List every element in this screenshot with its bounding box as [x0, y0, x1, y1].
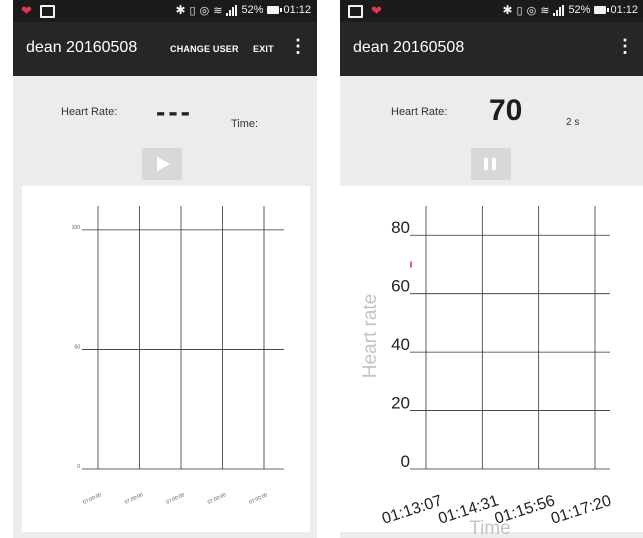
x-tick-label: 07:00:00	[248, 492, 268, 506]
x-tick-label: 07:00:00	[124, 492, 144, 506]
app-title: dean 20160508	[26, 39, 138, 56]
y-axis-title: Heart rate	[360, 294, 381, 378]
signal-icon	[553, 4, 565, 16]
status-bar: ❤ ✱ ▯ ◎ ≋ 52% 01:12	[340, 0, 643, 22]
heart-rate-chart: 07:00:00 07:00:00 07:00:00 07:00:00 07:00:00…	[22, 186, 310, 532]
play-button[interactable]	[142, 148, 182, 180]
play-icon	[157, 157, 170, 171]
battery-icon	[267, 6, 283, 14]
heart-rate-value: 70	[489, 94, 523, 127]
vibrate-icon: ▯	[189, 4, 196, 17]
y-tick-label: 0	[401, 452, 410, 471]
app-bar: dean 20160508 ⋮	[340, 22, 643, 76]
heart-icon: ❤	[371, 3, 382, 18]
signal-icon	[226, 4, 238, 16]
heart-icon: ❤	[21, 3, 32, 18]
elapsed-time: 2 s	[566, 117, 580, 128]
chart-canvas: 07:00:00 07:00:00 07:00:00 07:00:00 07:00:00…	[72, 206, 284, 506]
x-tick-label: 07:00:00	[207, 492, 227, 506]
status-bar: ❤ ✱ ▯ ◎ ≋ 52% 01:12	[13, 0, 317, 22]
y-tick-label: 60	[391, 277, 410, 296]
phone-screen-right: ❤ ✱ ▯ ◎ ≋ 52% 01:12 dean 20160508 ⋮ Hear…	[340, 0, 643, 538]
pause-icon	[484, 158, 496, 170]
change-user-button[interactable]: CHANGE USER	[170, 44, 239, 54]
alarm-icon: ◎	[199, 4, 210, 17]
wifi-icon: ≋	[213, 4, 223, 17]
y-tick-label: 20	[391, 394, 410, 413]
battery-percent: 52%	[568, 4, 591, 16]
wifi-icon: ≋	[540, 4, 550, 17]
y-tick-label: 80	[391, 218, 410, 237]
heart-rate-label: Heart Rate:	[61, 106, 118, 118]
overflow-menu-icon[interactable]: ⋮	[616, 36, 634, 57]
battery-icon	[594, 6, 610, 14]
bluetooth-icon: ✱	[175, 3, 186, 17]
heart-rate-value: ---	[156, 96, 193, 127]
time-label: Time:	[231, 118, 259, 130]
pause-button[interactable]	[471, 148, 511, 180]
overflow-menu-icon[interactable]: ⋮	[289, 36, 307, 57]
image-icon	[348, 4, 363, 18]
image-icon	[39, 4, 55, 18]
battery-percent: 52%	[241, 4, 264, 16]
x-tick-label: 07:00:00	[165, 492, 185, 506]
app-title: dean 20160508	[353, 39, 465, 56]
heart-rate-chart: 01:13:07 01:14:31 01:15:56 01:17:20 0 20 40 60 8…	[340, 186, 643, 538]
x-tick-label: 01:17:20	[549, 492, 614, 527]
alarm-icon: ◎	[526, 4, 537, 17]
clock: 01:12	[610, 4, 638, 16]
y-tick-label: 40	[391, 335, 410, 354]
y-tick-label: 50	[74, 344, 80, 350]
chart-canvas: 01:13:0701:14:3101:15:5601:17:2002040608…	[360, 206, 614, 538]
y-tick-label: 100	[72, 225, 81, 231]
x-axis-title: Time	[469, 518, 511, 538]
clock: 01:12	[283, 4, 311, 16]
x-tick-label: 07:00:00	[82, 492, 102, 506]
exit-button[interactable]: EXIT	[253, 44, 274, 54]
bluetooth-icon: ✱	[502, 3, 513, 17]
vibrate-icon: ▯	[516, 4, 523, 17]
heart-rate-label: Heart Rate:	[391, 106, 448, 118]
x-tick-label: 01:13:07	[380, 492, 445, 527]
phone-screen-left: ❤ ✱ ▯ ◎ ≋ 52% 01:12 dean 20160508 CHANGE…	[13, 0, 317, 538]
y-tick-label: 0	[77, 464, 80, 470]
app-bar: dean 20160508 CHANGE USER EXIT ⋮	[13, 22, 317, 76]
